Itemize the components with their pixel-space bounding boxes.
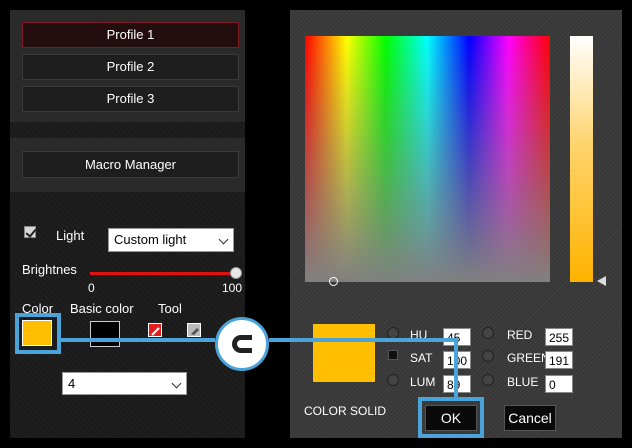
basic-color-swatch[interactable] [90, 321, 120, 347]
brightness-slider-track[interactable] [90, 272, 236, 275]
luminance-bar[interactable] [570, 36, 593, 282]
lum-radio[interactable] [387, 374, 399, 386]
callout-badge [215, 317, 269, 371]
chevron-down-icon [171, 378, 182, 389]
color-solid-preview [313, 324, 375, 382]
count-select[interactable]: 4 [62, 372, 187, 395]
light-label: Light [56, 228, 85, 243]
green-label: GREEN [507, 351, 550, 365]
green-radio[interactable] [482, 350, 494, 362]
profile-3-button[interactable]: Profile 3 [22, 86, 239, 112]
blue-label: BLUE [507, 375, 539, 389]
blue-radio[interactable] [482, 374, 494, 386]
callout-connector-left [61, 338, 215, 342]
profile-2-button[interactable]: Profile 2 [22, 54, 239, 80]
callout-connector-right [269, 338, 458, 342]
spectrum-crosshair[interactable] [329, 277, 338, 286]
color-swatch-highlight [15, 313, 61, 354]
c-badge-icon [232, 335, 252, 353]
color-solid-label: COLOR SOLID [304, 404, 387, 418]
callout-connector-down [454, 338, 458, 399]
macro-manager-button[interactable]: Macro Manager [22, 151, 239, 178]
blue-input[interactable]: 0 [545, 375, 573, 393]
ok-button-highlight [418, 397, 484, 438]
profile-1-button[interactable]: Profile 1 [22, 22, 239, 48]
color-spectrum[interactable] [305, 36, 550, 282]
brightness-max-label: 100 [222, 281, 243, 295]
red-radio[interactable] [482, 327, 494, 339]
red-label: RED [507, 328, 533, 342]
eraser-tool-icon[interactable] [187, 323, 201, 337]
lum-label: LUM [410, 375, 436, 389]
sat-radio[interactable] [388, 350, 398, 360]
red-input[interactable]: 255 [545, 328, 573, 346]
pen-tool-icon[interactable] [148, 323, 162, 337]
brightness-label: Brightnes [22, 262, 77, 277]
luminance-pointer-icon[interactable] [597, 276, 606, 286]
light-checkbox[interactable] [24, 226, 36, 238]
light-mode-value: Custom light [114, 232, 187, 247]
count-select-value: 4 [68, 376, 76, 391]
green-input[interactable]: 191 [545, 351, 573, 369]
sat-label: SAT [410, 351, 433, 365]
tool-label: Tool [158, 301, 182, 316]
brightness-slider-knob[interactable] [230, 267, 242, 279]
chevron-down-icon [218, 234, 229, 245]
brightness-min-label: 0 [88, 281, 95, 295]
light-mode-select[interactable]: Custom light [108, 228, 234, 252]
basic-color-label: Basic color [70, 301, 134, 316]
cancel-button[interactable]: Cancel [504, 405, 556, 431]
